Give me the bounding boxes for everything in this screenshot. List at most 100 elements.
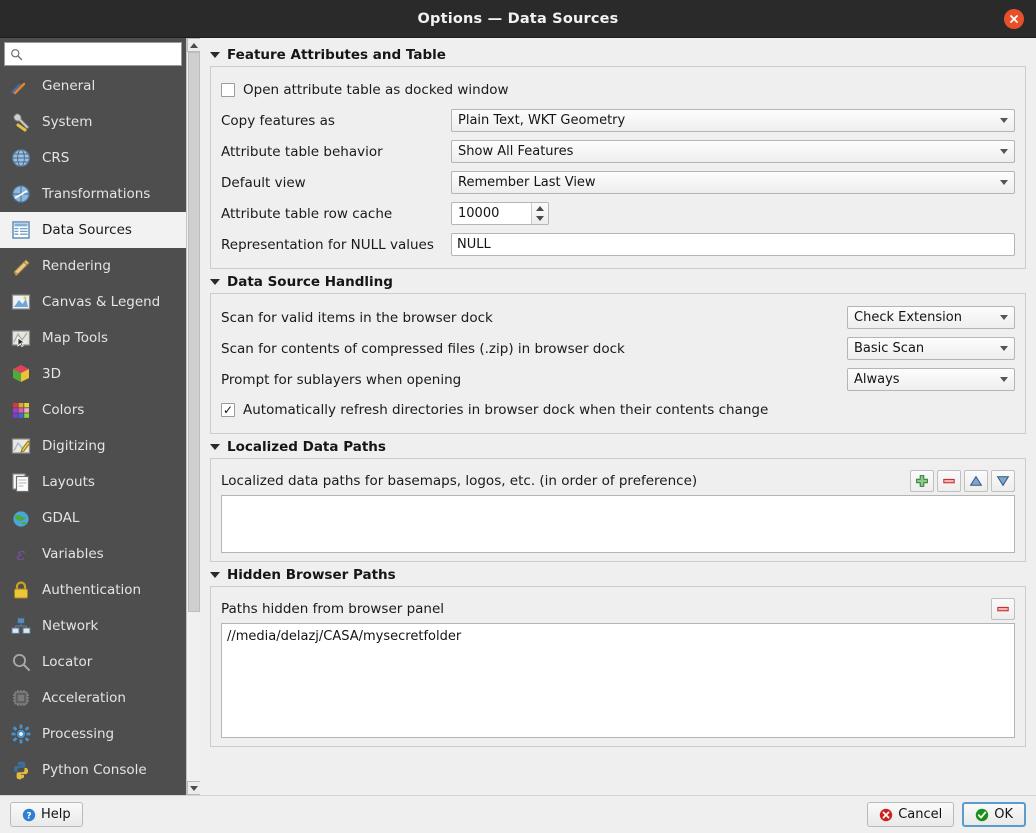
search-container [0,38,186,68]
sidebar-item-3d[interactable]: 3D [0,356,186,392]
map-cursor-icon [10,327,32,349]
title-bar: Options — Data Sources [0,0,1036,38]
open-docked-checkbox[interactable] [221,83,235,97]
sidebar-item-processing[interactable]: Processing [0,716,186,752]
sidebar-item-general[interactable]: General [0,68,186,104]
sidebar-item-gdal[interactable]: GDAL [0,500,186,536]
scan-zip-contents-combo[interactable]: Basic Scan [847,337,1015,360]
earth-icon [10,507,32,529]
copy-features-row: Copy features as Plain Text, WKT Geometr… [221,105,1015,136]
plus-icon [916,475,928,487]
section-header-localized-data-paths[interactable]: Localized Data Paths [210,436,1026,458]
ok-button[interactable]: OK [962,802,1026,827]
section-header-feature-attributes[interactable]: Feature Attributes and Table [210,44,1026,66]
brush-icon [10,255,32,277]
chevron-down-icon [1000,149,1008,154]
copy-features-combo[interactable]: Plain Text, WKT Geometry [451,109,1015,132]
remove-hidden-path-button[interactable] [991,598,1015,620]
hidden-browser-paths-group: Paths hidden from browser panel //media/… [210,586,1026,747]
attribute-table-behavior-combo[interactable]: Show All Features [451,140,1015,163]
section-hidden-browser-paths: Hidden Browser Paths Paths hidden from b… [210,564,1026,747]
close-icon[interactable] [1004,8,1024,29]
sidebar-item-transformations[interactable]: Transformations [0,176,186,212]
sidebar-item-code-editor[interactable]: Code Editor [0,788,186,795]
settings-content: Feature Attributes and Table Open attrib… [200,38,1036,795]
row-cache-input[interactable] [452,206,531,221]
sidebar-scrollbar[interactable] [186,38,201,795]
scroll-up-arrow-icon[interactable] [186,38,201,52]
stepper-buttons[interactable] [531,203,548,224]
hidden-paths-list[interactable]: //media/delazj/CASA/mysecretfolder [221,623,1015,738]
section-localized-data-paths: Localized Data Paths Localized data path… [210,436,1026,562]
sidebar-item-digitizing[interactable]: Digitizing [0,428,186,464]
sidebar-item-colors[interactable]: Colors [0,392,186,428]
cancel-button-label: Cancel [898,807,943,822]
localized-paths-list[interactable] [221,495,1015,553]
dialog-button-bar: ? Help Cancel OK [0,795,1036,833]
sidebar-item-label: Map Tools [42,330,109,346]
hidden-paths-description: Paths hidden from browser panel [221,601,445,617]
cancel-button[interactable]: Cancel [867,802,955,827]
sidebar-item-authentication[interactable]: Authentication [0,572,186,608]
prompt-sublayers-value: Always [854,372,900,387]
sidebar-item-locator[interactable]: Locator [0,644,186,680]
auto-refresh-row: Automatically refresh directories in bro… [221,395,1015,425]
auto-refresh-checkbox[interactable] [221,403,235,417]
default-view-row: Default view Remember Last View [221,167,1015,198]
null-representation-input[interactable] [451,233,1015,256]
sidebar-item-data-sources[interactable]: Data Sources [0,212,186,248]
chip-icon [10,687,32,709]
row-cache-stepper[interactable] [451,202,549,225]
options-dialog: Options — Data Sources General System CRS T… [0,0,1036,833]
sidebar-item-label: Acceleration [42,690,126,706]
sidebar-item-network[interactable]: Network [0,608,186,644]
section-title: Feature Attributes and Table [227,47,446,63]
sidebar-item-python-console[interactable]: Python Console [0,752,186,788]
section-data-source-handling: Data Source Handling Scan for valid item… [210,271,1026,434]
scan-valid-items-label: Scan for valid items in the browser dock [221,309,493,326]
scan-valid-items-combo[interactable]: Check Extension [847,306,1015,329]
section-header-hidden-browser-paths[interactable]: Hidden Browser Paths [210,564,1026,586]
minus-icon [943,478,955,484]
add-path-button[interactable] [910,470,934,492]
move-down-button[interactable] [991,470,1015,492]
sidebar-item-canvas-legend[interactable]: Canvas & Legend [0,284,186,320]
sidebar-item-crs[interactable]: CRS [0,140,186,176]
stepper-down-icon[interactable] [532,214,548,225]
sidebar-item-layouts[interactable]: Layouts [0,464,186,500]
sidebar-item-variables[interactable]: ɛ Variables [0,536,186,572]
scan-valid-items-row: Scan for valid items in the browser dock… [221,302,1015,333]
prompt-sublayers-combo[interactable]: Always [847,368,1015,391]
sidebar-item-label: General [42,78,96,94]
python-icon [10,759,32,781]
digitizing-icon [10,435,32,457]
stepper-up-icon[interactable] [532,203,548,214]
sidebar-item-system[interactable]: System [0,104,186,140]
table-icon [10,219,32,241]
ok-button-label: OK [994,807,1013,822]
scrollbar-track[interactable] [186,52,201,781]
remove-path-button[interactable] [937,470,961,492]
sidebar-item-acceleration[interactable]: Acceleration [0,680,186,716]
scroll-down-arrow-icon[interactable] [186,781,201,795]
attribute-table-behavior-row: Attribute table behavior Show All Featur… [221,136,1015,167]
list-item[interactable]: //media/delazj/CASA/mysecretfolder [227,628,1009,646]
chevron-down-icon [1000,315,1008,320]
sidebar-item-label: Transformations [42,186,151,202]
attribute-table-behavior-label: Attribute table behavior [221,143,383,160]
move-up-button[interactable] [964,470,988,492]
scan-zip-contents-row: Scan for contents of compressed files (.… [221,333,1015,364]
search-input[interactable] [28,46,184,62]
section-header-data-source-handling[interactable]: Data Source Handling [210,271,1026,293]
sidebar-item-map-tools[interactable]: Map Tools [0,320,186,356]
default-view-label: Default view [221,174,306,191]
scrollbar-thumb[interactable] [187,52,200,612]
attribute-table-behavior-value: Show All Features [458,144,574,159]
chevron-down-icon [1000,346,1008,351]
sidebar-item-label: GDAL [42,510,80,526]
sidebar-item-rendering[interactable]: Rendering [0,248,186,284]
lock-icon [10,579,32,601]
search-box[interactable] [4,42,184,66]
help-button[interactable]: ? Help [10,802,83,827]
default-view-combo[interactable]: Remember Last View [451,171,1015,194]
